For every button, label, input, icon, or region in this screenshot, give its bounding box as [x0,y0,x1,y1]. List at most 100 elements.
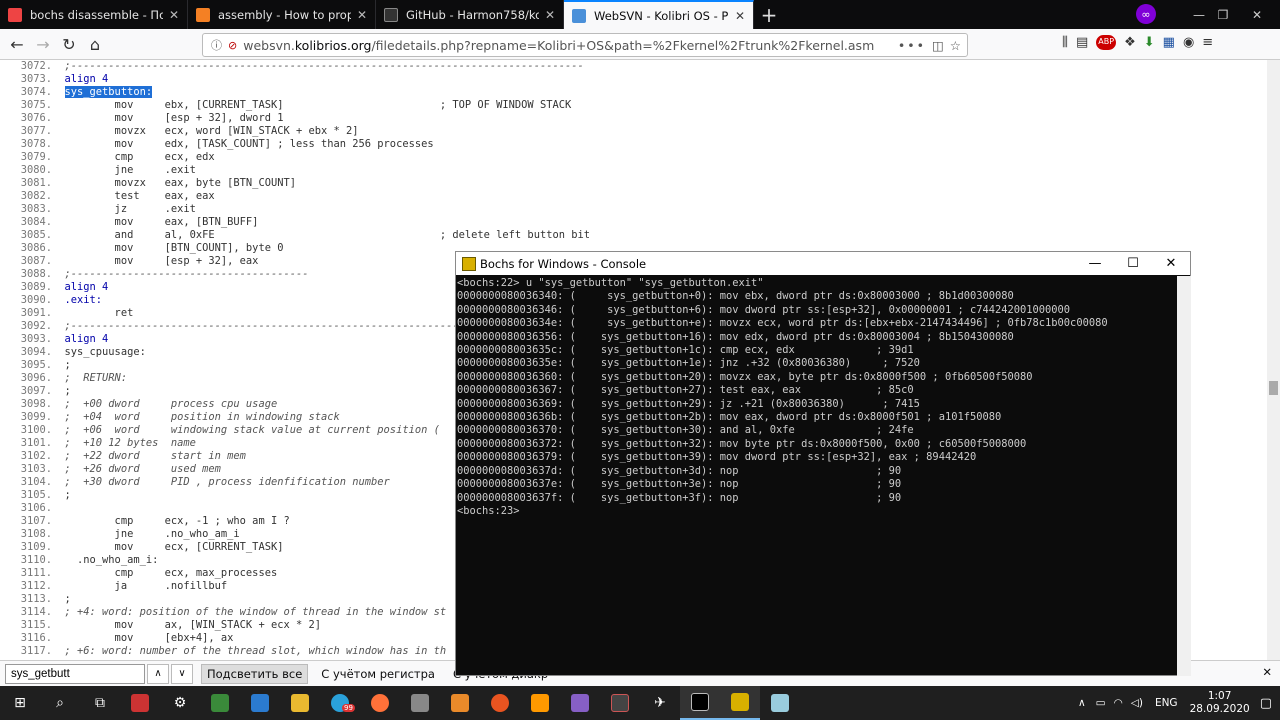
console-title-bar[interactable]: Bochs for Windows - Console — ☐ ✕ [456,252,1190,275]
code-text: and al, 0xFE ; delete left button bit [64,229,590,241]
extension-2-icon[interactable]: ▦ [1163,35,1175,50]
notifications-icon[interactable]: ▢ [1260,696,1272,711]
console-scrollbar[interactable] [1177,276,1191,676]
tab-2[interactable]: GitHub - Harmon758/kolibrios✕ [376,0,564,29]
line-number: 3083. [20,203,52,215]
app-red-icon[interactable] [120,686,160,720]
console-line: 000000008003635c: ( sys_getbutton+1c): c… [457,344,914,357]
line-number: 3072. [20,60,52,72]
app-gray-icon[interactable] [400,686,440,720]
code-text: ; +4: word: position of the window of th… [64,606,447,618]
find-input[interactable] [5,663,145,684]
console-line: 000000008003635e: ( sys_getbutton+1e): j… [457,357,920,370]
line-number: 3102. [20,450,52,462]
file-explorer-icon[interactable] [280,686,320,720]
start-windows-icon[interactable]: ⊞ [0,686,40,720]
bochs-console-window[interactable]: Bochs for Windows - Console — ☐ ✕ <bochs… [455,251,1191,676]
line-number: 3075. [20,99,52,111]
line-number: 3077. [20,125,52,137]
code-text: cmp ecx, -1 ; who am I ? [64,515,290,527]
find-next-icon[interactable]: ∨ [171,663,193,684]
page-scrollbar[interactable] [1267,60,1280,660]
close-tab-icon[interactable]: ✕ [357,8,367,22]
code-text: mov [ebx+4], ax [64,632,234,644]
line-number: 3113. [20,593,52,605]
new-tab-button[interactable]: + [754,0,784,29]
pocket-icon[interactable]: ◫ [932,38,944,53]
task-view-icon[interactable]: ⧉ [80,686,120,720]
code-text: movzx eax, byte [BTN_COUNT] [64,177,296,189]
console-line: 0000000080036340: ( sys_getbutton+0): mo… [457,290,1014,303]
code-text: ;---------------------------------------… [64,60,584,72]
clock[interactable]: 1:07 28.09.2020 [1190,690,1250,716]
sublime-text-icon[interactable] [440,686,480,720]
bochs-taskbar-icon[interactable] [720,686,760,720]
code-text: ; +10 12 bytes name [64,437,196,449]
navigation-bar: ← → ↻ ⌂ ⓘ ⊘ websvn. kolibrios.org/filedet… [0,29,1280,60]
bookmark-star-icon[interactable]: ☆ [950,38,961,53]
line-number: 3117. [20,645,52,657]
code-text: sys_cpuusage: [64,346,146,358]
forward-arrow-icon[interactable]: → [30,31,56,57]
download-icon[interactable]: ⬇ [1144,35,1155,50]
back-arrow-icon[interactable]: ← [4,31,30,57]
app-dark-icon[interactable] [600,686,640,720]
code-line: 3085. and al, 0xFE ; delete left button … [0,229,1267,242]
firefox-icon[interactable] [360,686,400,720]
console-app-icon[interactable] [680,686,720,720]
tab-0[interactable]: bochs disassemble - Поиск в G✕ [0,0,188,29]
code-text: mov ecx, [CURRENT_TASK] [64,541,284,553]
language-indicator[interactable]: ENG [1155,697,1178,709]
reload-icon[interactable]: ↻ [56,31,82,57]
close-tab-icon[interactable]: ✕ [735,9,745,23]
tab-3[interactable]: WebSVN - Kolibri OS - Редакц✕ [564,0,754,29]
code-text: ja .nofillbuf [64,580,228,592]
line-number: 3110. [20,554,52,566]
close-window-icon[interactable]: ✕ [1234,0,1280,29]
tab-1[interactable]: assembly - How to properly se✕ [188,0,376,29]
library-icon[interactable]: ⫼ [1062,35,1068,50]
adblock-icon[interactable]: ABP [1096,35,1117,50]
console-line: 0000000080036372: ( sys_getbutton+32): m… [457,437,1027,450]
page-actions-icon[interactable]: ••• [898,38,926,53]
code-text: mov [esp + 32], eax [64,255,259,267]
settings-gear-icon[interactable]: ⚙ [160,686,200,720]
close-tab-icon[interactable]: ✕ [545,8,555,22]
find-previous-icon[interactable]: ∧ [147,663,169,684]
tab-bar: bochs disassemble - Поиск в G✕ assembly … [0,0,1280,29]
app-blue-icon[interactable] [240,686,280,720]
app-tool-icon[interactable]: ✈ [640,686,680,720]
sidebar-icon[interactable]: ▤ [1076,35,1088,50]
menu-icon[interactable]: ≡ [1202,35,1213,50]
app-light-icon[interactable] [760,686,800,720]
match-case-toggle[interactable]: С учётом регистра [316,665,440,683]
line-number: 3112. [20,580,52,592]
console-minimize-icon[interactable]: — [1076,252,1114,275]
app-orange-icon[interactable] [520,686,560,720]
highlight-all-toggle[interactable]: Подсветить все [201,663,309,684]
close-tab-icon[interactable]: ✕ [169,8,179,22]
console-close-icon[interactable]: ✕ [1152,252,1190,275]
visual-studio-icon[interactable] [560,686,600,720]
ubuntu-icon[interactable] [480,686,520,720]
scrollbar-thumb[interactable] [1269,381,1278,395]
websvn-favicon-icon [572,8,586,23]
line-number: 3106. [20,502,52,514]
account-icon[interactable]: ◉ [1183,35,1194,50]
telegram-icon[interactable]: 99 [320,686,360,720]
app-green-icon[interactable] [200,686,240,720]
line-number: 3073. [20,73,52,85]
home-icon[interactable]: ⌂ [82,31,108,57]
battery-icon[interactable]: ▭ [1096,697,1106,709]
extension-icon[interactable]: ❖ [1124,35,1136,50]
volume-icon[interactable]: ◁) [1131,697,1143,709]
url-bar[interactable]: ⓘ ⊘ websvn. kolibrios.org/filedetails.php… [202,33,968,57]
tray-chevron-icon[interactable]: ∧ [1078,697,1086,709]
code-text: mov [BTN_COUNT], byte 0 [64,242,284,254]
console-output[interactable]: <bochs:22> u "sys_getbutton" "sys_getbut… [456,276,1176,676]
line-number: 3105. [20,489,52,501]
close-find-icon[interactable]: ✕ [1262,665,1272,679]
console-maximize-icon[interactable]: ☐ [1114,252,1152,275]
network-icon[interactable]: ◠ [1114,697,1123,709]
search-icon[interactable]: ⌕ [40,686,80,720]
